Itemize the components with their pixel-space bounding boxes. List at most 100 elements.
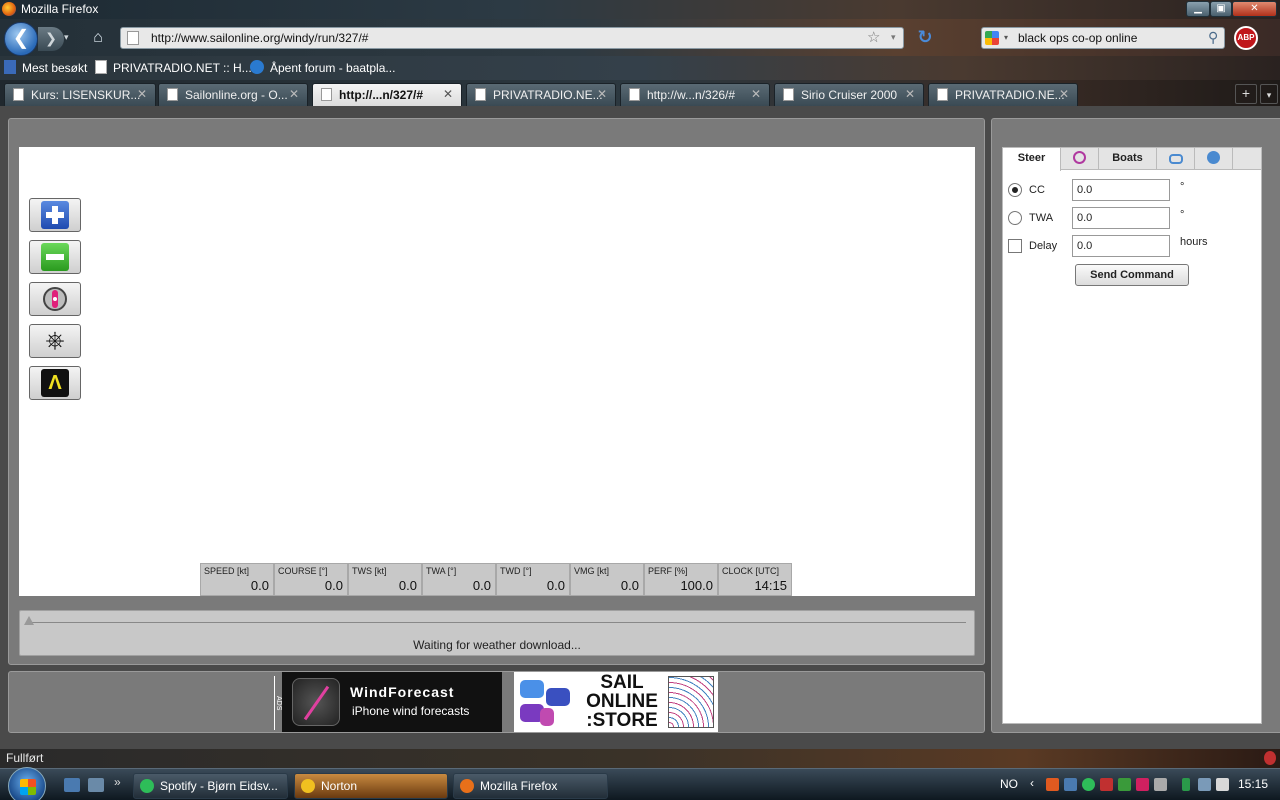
cc-unit: ° bbox=[1180, 181, 1185, 193]
home-icon[interactable]: ⌂ bbox=[88, 29, 108, 47]
page-icon bbox=[13, 88, 24, 101]
delay-input[interactable] bbox=[1072, 235, 1170, 257]
windforecast-ad[interactable]: WindForecast iPhone wind forecasts bbox=[282, 672, 502, 732]
volume-icon[interactable] bbox=[1216, 778, 1229, 791]
compass-tab-icon bbox=[1073, 151, 1086, 164]
control-panel: Steer Boats CC ° TWA ° Delay bbox=[991, 118, 1280, 733]
zoom-in-button[interactable] bbox=[29, 198, 81, 232]
url-dropdown-icon[interactable]: ▾ bbox=[891, 32, 896, 43]
tab-sirio[interactable]: Sirio Cruiser 2000 ✕ bbox=[774, 83, 924, 106]
tab-run-327[interactable]: http://...n/327/# ✕ bbox=[312, 83, 462, 106]
wifi-icon[interactable] bbox=[1198, 778, 1211, 791]
delay-unit: hours bbox=[1180, 236, 1208, 248]
start-button[interactable] bbox=[8, 767, 46, 800]
tray-app-icon[interactable] bbox=[1136, 778, 1149, 791]
close-window-button[interactable]: ✕ bbox=[1232, 1, 1277, 17]
url-text[interactable]: http://www.sailonline.org/windy/run/327/… bbox=[151, 31, 368, 45]
zoom-in-icon bbox=[41, 201, 69, 229]
store-text: SAIL ONLINE :STORE bbox=[586, 672, 658, 731]
search-input[interactable]: black ops co-op online bbox=[1018, 31, 1137, 45]
new-tab-button[interactable]: + bbox=[1235, 84, 1257, 104]
taskbar: » Spotify - Bjørn Eidsv... Norton Mozill… bbox=[0, 767, 1280, 800]
page-icon bbox=[95, 60, 107, 74]
bookmark-star-icon[interactable]: ☆ bbox=[867, 28, 880, 46]
send-command-button[interactable]: Send Command bbox=[1075, 264, 1189, 286]
sailonline-store-ad[interactable]: SAIL ONLINE :STORE bbox=[514, 672, 718, 732]
task-firefox[interactable]: Mozilla Firefox bbox=[453, 773, 608, 799]
url-bar[interactable]: http://www.sailonline.org/windy/run/327/… bbox=[120, 27, 904, 49]
ad-banner-area: ADS WindForecast iPhone wind forecasts S… bbox=[8, 671, 985, 733]
tab-run-326[interactable]: http://w...n/326/# ✕ bbox=[620, 83, 770, 106]
tab-privatradio[interactable]: PRIVATRADIO.NE... ✕ bbox=[466, 83, 616, 106]
tray-app-icon[interactable] bbox=[1154, 778, 1167, 791]
show-desktop-icon[interactable] bbox=[88, 778, 104, 792]
cc-input[interactable] bbox=[1072, 179, 1170, 201]
addon-icon[interactable] bbox=[1264, 751, 1276, 765]
delay-checkbox[interactable] bbox=[1008, 239, 1022, 253]
close-tab-icon[interactable]: ✕ bbox=[289, 87, 299, 101]
reload-icon[interactable]: ↻ bbox=[914, 27, 936, 49]
forward-button[interactable]: ❯ bbox=[38, 27, 64, 51]
quicklaunch-icon[interactable] bbox=[64, 778, 80, 792]
cc-radio[interactable] bbox=[1008, 183, 1022, 197]
tab-help[interactable] bbox=[1195, 148, 1233, 170]
google-icon[interactable] bbox=[985, 31, 999, 45]
history-dropdown-icon[interactable]: ▾ bbox=[64, 32, 69, 43]
tab-chat[interactable] bbox=[1157, 148, 1195, 170]
close-tab-icon[interactable]: ✕ bbox=[905, 87, 915, 101]
quicklaunch-more-icon[interactable]: » bbox=[114, 775, 121, 789]
page-content: ⎈ Ʌ SPEED [kt] 0.0 COURSE [°] 0.0 TWS [kt]… bbox=[0, 106, 1280, 749]
bookmark-privatradio[interactable]: PRIVATRADIO.NET :: H... bbox=[95, 60, 252, 75]
bookmark-forum[interactable]: Åpent forum - baatpla... bbox=[250, 60, 395, 75]
norton-icon bbox=[301, 779, 315, 793]
weather-timeline: Waiting for weather download... bbox=[19, 610, 975, 656]
center-boat-button[interactable] bbox=[29, 282, 81, 316]
close-tab-icon[interactable]: ✕ bbox=[443, 87, 453, 101]
race-map[interactable]: ⎈ Ʌ SPEED [kt] 0.0 COURSE [°] 0.0 TWS [kt]… bbox=[19, 147, 975, 596]
compass-icon: Ʌ bbox=[41, 369, 69, 397]
show-hidden-icons-icon[interactable]: ‹ bbox=[1030, 776, 1034, 790]
close-tab-icon[interactable]: ✕ bbox=[751, 87, 761, 101]
task-norton[interactable]: Norton bbox=[294, 773, 448, 799]
instrument-vmg: VMG [kt] 0.0 bbox=[570, 563, 644, 596]
minimize-button[interactable]: ▁ bbox=[1186, 1, 1210, 17]
twa-unit: ° bbox=[1180, 209, 1185, 221]
close-tab-icon[interactable]: ✕ bbox=[1059, 87, 1069, 101]
tray-spotify-icon[interactable] bbox=[1082, 778, 1095, 791]
tab-kurs[interactable]: Kurs: LISENSKUR... ✕ bbox=[4, 83, 156, 106]
tab-privatradio-2[interactable]: PRIVATRADIO.NE... ✕ bbox=[928, 83, 1078, 106]
maximize-button[interactable]: ▣ bbox=[1210, 1, 1232, 17]
helm-button[interactable]: ⎈ bbox=[29, 324, 81, 358]
adblock-icon[interactable]: ABP bbox=[1234, 26, 1258, 50]
search-icon[interactable]: ⚲ bbox=[1208, 29, 1218, 46]
tab-steer[interactable]: Steer bbox=[1003, 148, 1061, 171]
twa-input[interactable] bbox=[1072, 207, 1170, 229]
clock[interactable]: 15:15 bbox=[1238, 777, 1268, 791]
timeline-track[interactable] bbox=[28, 622, 966, 623]
search-engine-dropdown-icon[interactable]: ▾ bbox=[1004, 33, 1008, 42]
center-boat-icon bbox=[43, 287, 67, 311]
language-indicator[interactable]: NO bbox=[1000, 777, 1018, 791]
page-icon bbox=[783, 88, 794, 101]
back-button[interactable]: ❮ bbox=[4, 22, 38, 56]
close-tab-icon[interactable]: ✕ bbox=[137, 87, 147, 101]
race-panel: ⎈ Ʌ SPEED [kt] 0.0 COURSE [°] 0.0 TWS [kt]… bbox=[8, 118, 985, 665]
tab-boats[interactable]: Boats bbox=[1099, 148, 1157, 170]
tab-list-icon[interactable]: ▾ bbox=[1260, 84, 1278, 104]
bookmark-most-visited[interactable]: Mest besøkt bbox=[4, 60, 87, 75]
battery-icon[interactable] bbox=[1182, 778, 1190, 791]
measure-button[interactable]: Ʌ bbox=[29, 366, 81, 400]
task-spotify[interactable]: Spotify - Bjørn Eidsv... bbox=[133, 773, 288, 799]
tray-security-icon[interactable] bbox=[1100, 778, 1113, 791]
tab-compass[interactable] bbox=[1061, 148, 1099, 170]
tray-app-icon[interactable] bbox=[1046, 778, 1059, 791]
tray-network-icon[interactable] bbox=[1118, 778, 1131, 791]
close-tab-icon[interactable]: ✕ bbox=[597, 87, 607, 101]
twa-radio[interactable] bbox=[1008, 211, 1022, 225]
timeline-slider-handle[interactable] bbox=[24, 616, 34, 625]
zoom-out-button[interactable] bbox=[29, 240, 81, 274]
tray-app-icon[interactable] bbox=[1064, 778, 1077, 791]
page-icon bbox=[321, 88, 332, 101]
tab-sailonline[interactable]: Sailonline.org - O... ✕ bbox=[158, 83, 308, 106]
search-bar[interactable]: ▾ black ops co-op online ⚲ bbox=[981, 27, 1225, 49]
